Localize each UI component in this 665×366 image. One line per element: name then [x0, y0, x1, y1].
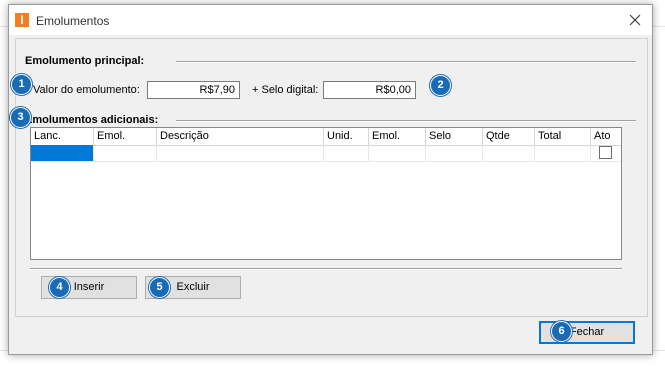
- grid-cell-qtde[interactable]: [483, 145, 535, 161]
- column-header-lanc[interactable]: Lanc.: [31, 128, 94, 145]
- callout-badge-6: 6: [551, 321, 572, 342]
- column-header-emol[interactable]: Emol.: [94, 128, 157, 145]
- valor-emolumento-label: Valor do emolumento:: [33, 84, 140, 96]
- window-title: Emolumentos: [36, 14, 110, 28]
- callout-badge-4: 4: [49, 277, 70, 298]
- valor-emolumento-field[interactable]: R$7,90: [147, 81, 240, 99]
- selo-digital-field[interactable]: R$0,00: [323, 81, 416, 99]
- grid-cell-selo[interactable]: [426, 145, 483, 161]
- grid-cell-total[interactable]: [535, 145, 591, 161]
- grid-cell-emol-2[interactable]: [369, 145, 426, 161]
- additional-group-divider: [176, 120, 636, 122]
- title-bar: I Emolumentos: [9, 5, 652, 35]
- column-header-unid[interactable]: Unid.: [324, 128, 369, 145]
- column-header-selo[interactable]: Selo: [426, 128, 483, 145]
- column-header-descricao[interactable]: Descrição: [157, 128, 324, 145]
- callout-badge-1: 1: [11, 74, 32, 95]
- callout-badge-3: 3: [10, 107, 31, 128]
- main-group-divider: [176, 61, 636, 63]
- buttons-separator: [30, 268, 622, 270]
- selo-digital-label: + Selo digital:: [252, 84, 319, 96]
- grid-cell-lanc[interactable]: [31, 145, 94, 161]
- grid-cell-unid[interactable]: [324, 145, 369, 161]
- grid-header: Lanc. Emol. Descrição Unid. Emol. Selo Q…: [31, 128, 621, 146]
- app-icon: I: [15, 13, 29, 27]
- column-header-total[interactable]: Total: [535, 128, 591, 145]
- emolumentos-dialog: I Emolumentos Emolumento principal: Valo…: [8, 4, 653, 355]
- grid-cell-descricao[interactable]: [157, 145, 324, 161]
- column-header-emol-2[interactable]: Emol.: [369, 128, 426, 145]
- column-header-qtde[interactable]: Qtde: [483, 128, 535, 145]
- callout-badge-5: 5: [149, 277, 170, 298]
- table-row[interactable]: [31, 145, 621, 162]
- close-icon[interactable]: [626, 11, 644, 29]
- callout-badge-2: 2: [430, 75, 451, 96]
- emolumentos-grid[interactable]: Lanc. Emol. Descrição Unid. Emol. Selo Q…: [30, 127, 622, 260]
- additional-group-label: Emolumentos adicionais:: [25, 114, 159, 126]
- grid-cell-emol[interactable]: [94, 145, 157, 161]
- column-header-ato[interactable]: Ato: [591, 128, 621, 145]
- ato-checkbox[interactable]: [599, 146, 612, 159]
- main-group-label: Emolumento principal:: [25, 55, 145, 67]
